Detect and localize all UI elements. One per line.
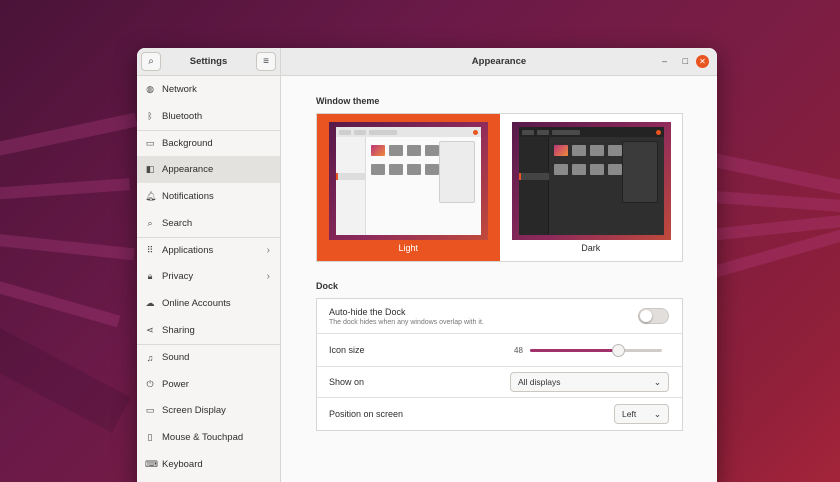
sidebar-item-label: Search: [162, 217, 193, 229]
theme-option-dark[interactable]: Dark: [500, 114, 683, 261]
sidebar-item-background[interactable]: ▭ Background: [137, 129, 280, 157]
show-on-row: Show on All displays ⌄: [317, 367, 682, 398]
theme-option-light[interactable]: Light: [317, 114, 500, 261]
sidebar-item-label: Online Accounts: [162, 298, 231, 310]
dock-heading: Dock: [316, 281, 339, 291]
autohide-row: Auto-hide the Dock The dock hides when a…: [317, 299, 682, 334]
sidebar-item-label: Sound: [162, 352, 190, 364]
autohide-toggle[interactable]: [638, 308, 669, 324]
sidebar-item-privacy[interactable]: 🔒︎ Privacy ›: [137, 264, 280, 291]
power-icon: ⏻: [146, 378, 154, 389]
sidebar-item-screen-display[interactable]: ▭ Screen Display: [137, 398, 280, 425]
cloud-icon: ☁: [145, 298, 155, 309]
show-on-value: All displays: [518, 377, 561, 387]
theme-label-light: Light: [398, 243, 419, 253]
chevron-down-icon: ⌄: [653, 376, 661, 387]
hamburger-icon: ≡: [263, 56, 269, 67]
monitor-icon: ▭: [145, 137, 155, 148]
sidebar-item-label: Bluetooth: [162, 110, 203, 122]
light-theme-preview: [329, 122, 488, 240]
search-icon: ⌕: [148, 56, 154, 67]
grid-icon: ⠿: [146, 245, 154, 256]
chevron-right-icon: ›: [266, 245, 270, 257]
icon-size-row: Icon size 48: [317, 334, 682, 367]
sidebar-item-label: Screen Display: [162, 405, 226, 417]
sidebar-item-label: Privacy: [162, 271, 194, 283]
header-bar: Appearance – □ ✕: [281, 48, 717, 76]
position-row: Position on screen Left ⌄: [317, 398, 682, 430]
sidebar-item-mouse-touchpad[interactable]: ▯ Mouse & Touchpad: [137, 424, 280, 451]
position-dropdown[interactable]: Left ⌄: [614, 404, 669, 424]
appearance-icon: ◧: [145, 164, 155, 175]
sidebar-item-appearance[interactable]: ◧ Appearance: [137, 156, 280, 184]
sidebar-item-label: Keyboard: [162, 459, 203, 471]
main-panel: Appearance – □ ✕ Window theme Light Dark…: [281, 48, 717, 482]
minimize-button[interactable]: –: [662, 56, 667, 66]
sidebar-item-label: Applications: [162, 245, 214, 257]
sidebar-header: ⌕ Settings ≡: [137, 48, 280, 76]
bell-icon: 🔔︎: [145, 191, 157, 202]
sidebar-item-label: Appearance: [162, 164, 214, 176]
sidebar-item-applications[interactable]: ⠿ Applications ›: [137, 236, 280, 264]
slider-fill: [530, 348, 619, 352]
keyboard-icon: ⌨: [145, 459, 158, 470]
sidebar-item-label: Notifications: [162, 191, 214, 203]
sidebar-nav: ◍ Network ᛒ Bluetooth ▭ Background ◧ App…: [137, 76, 280, 478]
toggle-knob: [640, 310, 652, 322]
autohide-title: Auto-hide the Dock: [329, 306, 406, 317]
settings-window: ⌕ Settings ≡ ◍ Network ᛒ Bluetooth ▭ Bac…: [137, 48, 717, 482]
show-on-label: Show on: [329, 377, 365, 387]
close-icon: ✕: [699, 57, 706, 66]
sidebar-title: Settings: [189, 56, 228, 67]
globe-icon: ◍: [146, 83, 154, 94]
sidebar-item-label: Network: [162, 83, 197, 95]
chevron-down-icon: ⌄: [653, 408, 661, 419]
theme-selector: Light Dark: [316, 113, 683, 262]
chevron-right-icon: ›: [266, 271, 270, 283]
display-icon: ▭: [145, 405, 155, 416]
position-label: Position on screen: [329, 409, 404, 419]
sidebar-item-network[interactable]: ◍ Network: [137, 76, 280, 103]
icon-size-value: 48: [514, 345, 523, 355]
window-theme-heading: Window theme: [316, 96, 380, 106]
search-button[interactable]: ⌕: [141, 52, 161, 71]
icon-size-label: Icon size: [329, 345, 365, 355]
search-icon: ⌕: [147, 217, 153, 228]
sidebar-item-label: Mouse & Touchpad: [162, 432, 244, 444]
sidebar-item-label: Background: [162, 137, 213, 149]
theme-label-dark: Dark: [581, 243, 601, 253]
mouse-icon: ▯: [147, 432, 153, 443]
sidebar-item-bluetooth[interactable]: ᛒ Bluetooth: [137, 103, 280, 130]
dock-settings-list: Auto-hide the Dock The dock hides when a…: [316, 298, 683, 431]
sidebar-item-power[interactable]: ⏻ Power: [137, 371, 280, 398]
sidebar-item-search[interactable]: ⌕ Search: [137, 210, 280, 237]
dark-theme-preview: [511, 122, 671, 240]
menu-button[interactable]: ≡: [255, 52, 276, 71]
position-value: Left: [622, 409, 637, 419]
share-icon: ⋖: [146, 325, 154, 336]
sidebar-item-notifications[interactable]: 🔔︎ Notifications: [137, 183, 280, 210]
sidebar-item-sharing[interactable]: ⋖ Sharing: [137, 317, 280, 344]
slider-handle[interactable]: [612, 343, 626, 357]
icon-size-slider[interactable]: [530, 343, 662, 357]
sidebar-item-online-accounts[interactable]: ☁ Online Accounts: [137, 290, 280, 317]
bluetooth-icon: ᛒ: [147, 111, 153, 122]
music-icon: ♫: [146, 352, 154, 363]
lock-icon: 🔒︎: [147, 271, 153, 282]
page-title: Appearance: [471, 56, 527, 67]
autohide-subtitle: The dock hides when any windows overlap …: [329, 318, 484, 326]
settings-sidebar: ⌕ Settings ≡ ◍ Network ᛒ Bluetooth ▭ Bac…: [137, 48, 281, 482]
sidebar-item-label: Sharing: [162, 325, 195, 337]
sidebar-item-label: Power: [162, 378, 189, 390]
close-button[interactable]: ✕: [696, 55, 709, 68]
show-on-dropdown[interactable]: All displays ⌄: [510, 372, 669, 392]
maximize-button[interactable]: □: [683, 56, 688, 66]
sidebar-item-sound[interactable]: ♫ Sound: [137, 343, 280, 371]
sidebar-item-keyboard[interactable]: ⌨ Keyboard: [137, 451, 280, 478]
